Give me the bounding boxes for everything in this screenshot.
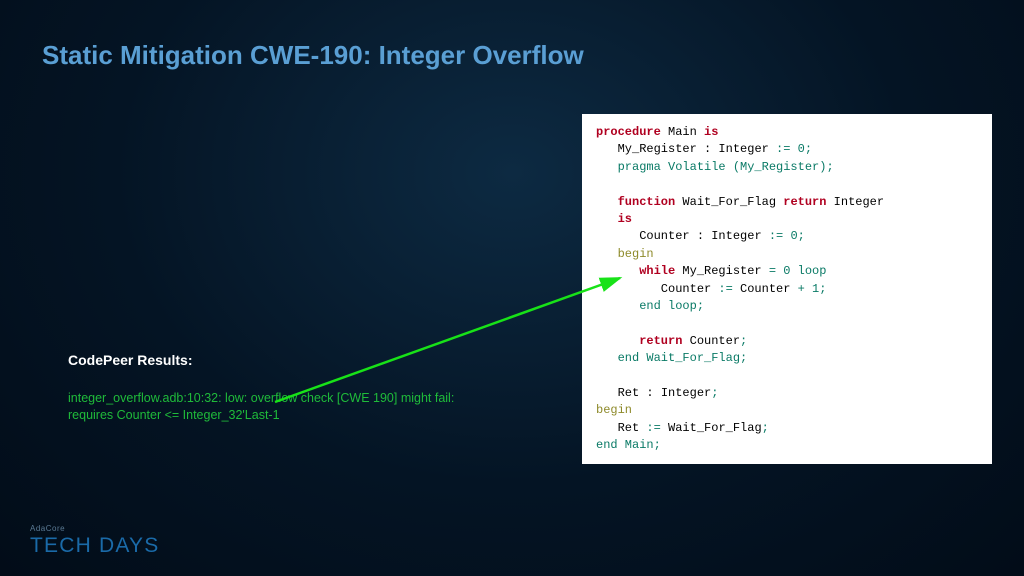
kw-return-2: return	[596, 334, 682, 348]
kw-return: return	[783, 195, 826, 209]
decl-counter: Counter	[596, 229, 697, 243]
kw-function: function	[596, 195, 675, 209]
kw-is: is	[704, 125, 718, 139]
code-snippet: procedure Main is My_Register : Integer …	[582, 114, 992, 464]
kw-loop: loop	[798, 264, 827, 278]
decl-ret: Ret	[596, 386, 646, 400]
footer-logo: AdaCore TECH DAYS	[30, 524, 159, 558]
decl-myregister: My_Register	[596, 142, 704, 156]
kw-begin-outer: begin	[596, 403, 632, 417]
kw-procedure: procedure	[596, 125, 661, 139]
results-line-2: requires Counter <= Integer_32'Last-1	[68, 408, 280, 422]
codepeer-results-block: CodePeer Results: integer_overflow.adb:1…	[68, 352, 588, 424]
kw-is-2: is	[596, 212, 632, 226]
end-waitforflag: end Wait_For_Flag;	[596, 351, 747, 365]
footer-event: TECH DAYS	[30, 534, 159, 558]
assign-ret-lhs: Ret	[596, 421, 646, 435]
kw-end-loop: end loop;	[596, 299, 704, 313]
kw-while: while	[596, 264, 675, 278]
assign-counter-lhs: Counter	[596, 282, 718, 296]
results-heading: CodePeer Results:	[68, 352, 588, 368]
name-main: Main	[661, 125, 704, 139]
footer-company: AdaCore	[30, 524, 159, 533]
results-line-1: integer_overflow.adb:10:32: low: overflo…	[68, 391, 454, 405]
end-main: end Main;	[596, 438, 661, 452]
name-waitforflag: Wait_For_Flag	[675, 195, 783, 209]
slide-title: Static Mitigation CWE-190: Integer Overf…	[42, 40, 584, 71]
results-message: integer_overflow.adb:10:32: low: overflo…	[68, 390, 588, 424]
kw-begin-inner: begin	[596, 247, 654, 261]
pragma-volatile: pragma Volatile (My_Register);	[596, 160, 834, 174]
